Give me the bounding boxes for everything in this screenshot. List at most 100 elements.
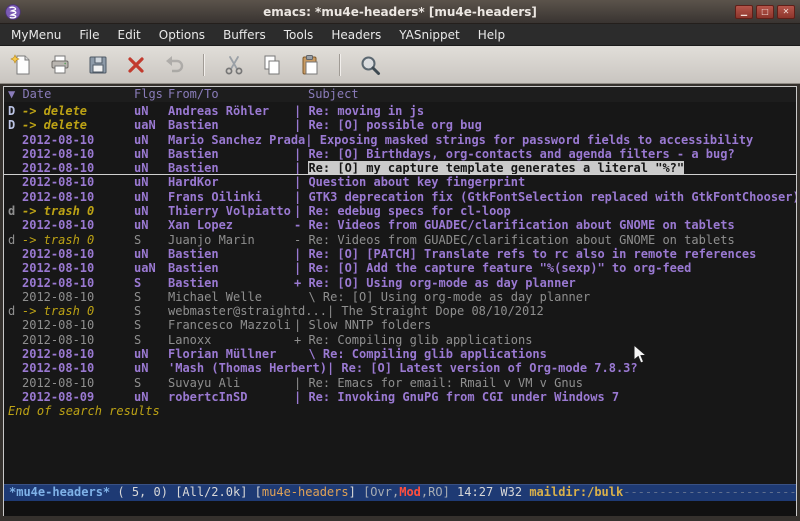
close-buffer-button[interactable] [122,51,150,79]
menu-item-file[interactable]: File [70,26,108,44]
message-row[interactable]: 2012-08-10uNFrans Oilinki| GTK3 deprecat… [4,190,796,204]
title-bar[interactable]: emacs: *mu4e-headers* [mu4e-headers] ▁□✕ [0,0,800,24]
menu-item-yasnippet[interactable]: YASnippet [390,26,469,44]
paste-button[interactable] [296,51,324,79]
message-row[interactable]: 2012-08-09uNrobertcInSD| Re: Invoking Gn… [4,390,796,404]
message-row[interactable]: 2012-08-10uNFlorian Müllner \ Re: Compil… [4,347,796,361]
row-date: 2012-08-10 [22,290,134,304]
row-subject: Re: Compiling glib applications [308,333,532,347]
thread-connector: | [294,261,308,275]
row-subject: Re: Invoking GnuPG from CGI under Window… [308,390,619,404]
window-buttons: ▁□✕ [735,5,795,19]
row-flags: S [134,304,168,318]
row-date: 2012-08-10 [22,147,134,161]
maximize-button[interactable]: □ [756,5,774,19]
copy-button[interactable] [258,51,286,79]
row-date: 2012-08-10 [22,190,134,204]
undo-icon [162,53,186,77]
row-subject: Re: Videos from GUADEC/clarification abo… [308,218,734,232]
echo-area[interactable] [4,501,796,516]
message-row[interactable]: D-> deleteuNAndreas Röhler| Re: moving i… [4,104,796,118]
menu-item-tools[interactable]: Tools [275,26,323,44]
menu-item-buffers[interactable]: Buffers [214,26,275,44]
row-marker [8,347,22,361]
menu-item-help[interactable]: Help [469,26,514,44]
search-button[interactable] [356,51,384,79]
thread-connector: | [294,190,308,204]
column-header-from[interactable]: From/To [168,87,294,102]
print-button[interactable] [46,51,74,79]
row-from: Bastien [168,276,294,290]
row-flags: uN [134,147,168,161]
menu-item-edit[interactable]: Edit [109,26,150,44]
row-marker [8,175,22,189]
print-icon [48,53,72,77]
message-row[interactable]: d-> trash 0SJuanjo Marin- Re: Videos fro… [4,233,796,247]
row-flags: S [134,276,168,290]
row-flags: uN [134,218,168,232]
column-header-flags[interactable]: Flgs [134,87,168,102]
message-row[interactable]: 2012-08-10uaNBastien| Re: [O] Add the ca… [4,261,796,275]
row-from: HardKor [168,175,294,189]
row-date: 2012-08-09 [22,390,134,404]
row-subject: GTK3 deprecation fix (GtkFontSelection r… [308,190,796,204]
row-subject: Re: [O] Using org-mode as day planner [308,276,575,290]
row-from: Bastien [168,247,294,261]
message-row[interactable]: D-> deleteuaNBastien| Re: [O] possible o… [4,118,796,132]
thread-connector: - [294,218,308,232]
row-from: Bastien [168,118,294,132]
row-marker: d [8,204,22,218]
modeline-plain: ( 5, 0) [110,485,175,499]
row-date: 2012-08-10 [22,175,134,189]
row-date: -> trash 0 [22,233,134,247]
message-row[interactable]: 2012-08-10SBastien+ Re: [O] Using org-mo… [4,276,796,290]
row-flags: S [134,290,168,304]
message-row[interactable]: 2012-08-10uNHardKor| Question about key … [4,175,796,189]
message-row[interactable]: d-> trash 0Swebmaster@straightd...| The … [4,304,796,318]
message-row[interactable]: 2012-08-10uNXan Lopez- Re: Videos from G… [4,218,796,232]
toolbar-separator [339,54,341,76]
message-row[interactable]: 2012-08-10SMichael Welle \ Re: [O] Using… [4,290,796,304]
message-row[interactable]: 2012-08-10uNBastien| Re: [O] my capture … [4,161,796,175]
menu-item-mymenu[interactable]: MyMenu [2,26,70,44]
cut-button[interactable] [220,51,248,79]
row-date: -> trash 0 [22,304,134,318]
message-row[interactable]: 2012-08-10SFrancesco Mazzoli| Slow NNTP … [4,318,796,332]
message-row[interactable]: 2012-08-10uNBastien| Re: [O] [PATCH] Tra… [4,247,796,261]
row-subject: Re: [O] Using org-mode as day planner [323,290,590,304]
message-row[interactable]: 2012-08-10uNMario Sanchez Prada| Exposin… [4,133,796,147]
row-subject: The Straight Dope 08/10/2012 [341,304,543,318]
new-file-button[interactable] [8,51,36,79]
message-row[interactable]: d-> trash 0uNThierry Volpiatto| Re: edeb… [4,204,796,218]
row-flags: uN [134,390,168,404]
headers-list: D-> deleteuNAndreas Röhler| Re: moving i… [4,102,796,484]
message-row[interactable]: 2012-08-10SLanoxx+ Re: Compiling glib ap… [4,333,796,347]
menu-item-headers[interactable]: Headers [322,26,390,44]
save-icon [86,53,110,77]
row-from: Bastien [168,161,294,174]
undo-button[interactable] [160,51,188,79]
minimize-button[interactable]: ▁ [735,5,753,19]
column-header-subject[interactable]: Subject [294,87,359,102]
row-subject: Slow NNTP folders [308,318,431,332]
thread-connector: | [327,361,341,375]
row-marker [8,290,22,304]
row-subject: Re: [O] my capture template generates a … [308,161,684,174]
close-button[interactable]: ✕ [777,5,795,19]
message-row[interactable]: 2012-08-10SSuvayu Ali| Re: Emacs for ema… [4,376,796,390]
row-marker [8,218,22,232]
row-marker: D [8,118,22,132]
message-row[interactable]: 2012-08-10uNBastien| Re: [O] Birthdays, … [4,147,796,161]
thread-connector: | [294,390,308,404]
row-marker: D [8,104,22,118]
row-date: -> delete [22,118,134,132]
menu-item-options[interactable]: Options [150,26,214,44]
row-date: -> trash 0 [22,204,134,218]
column-header-date[interactable]: ▼ Date [8,87,134,102]
row-date: 2012-08-10 [22,361,134,375]
row-flags: uaN [134,118,168,132]
row-marker [8,147,22,161]
message-row[interactable]: 2012-08-10uN'Mash (Thomas Herbert)| Re: … [4,361,796,375]
save-button[interactable] [84,51,112,79]
modeline-plain: ] [349,485,363,499]
